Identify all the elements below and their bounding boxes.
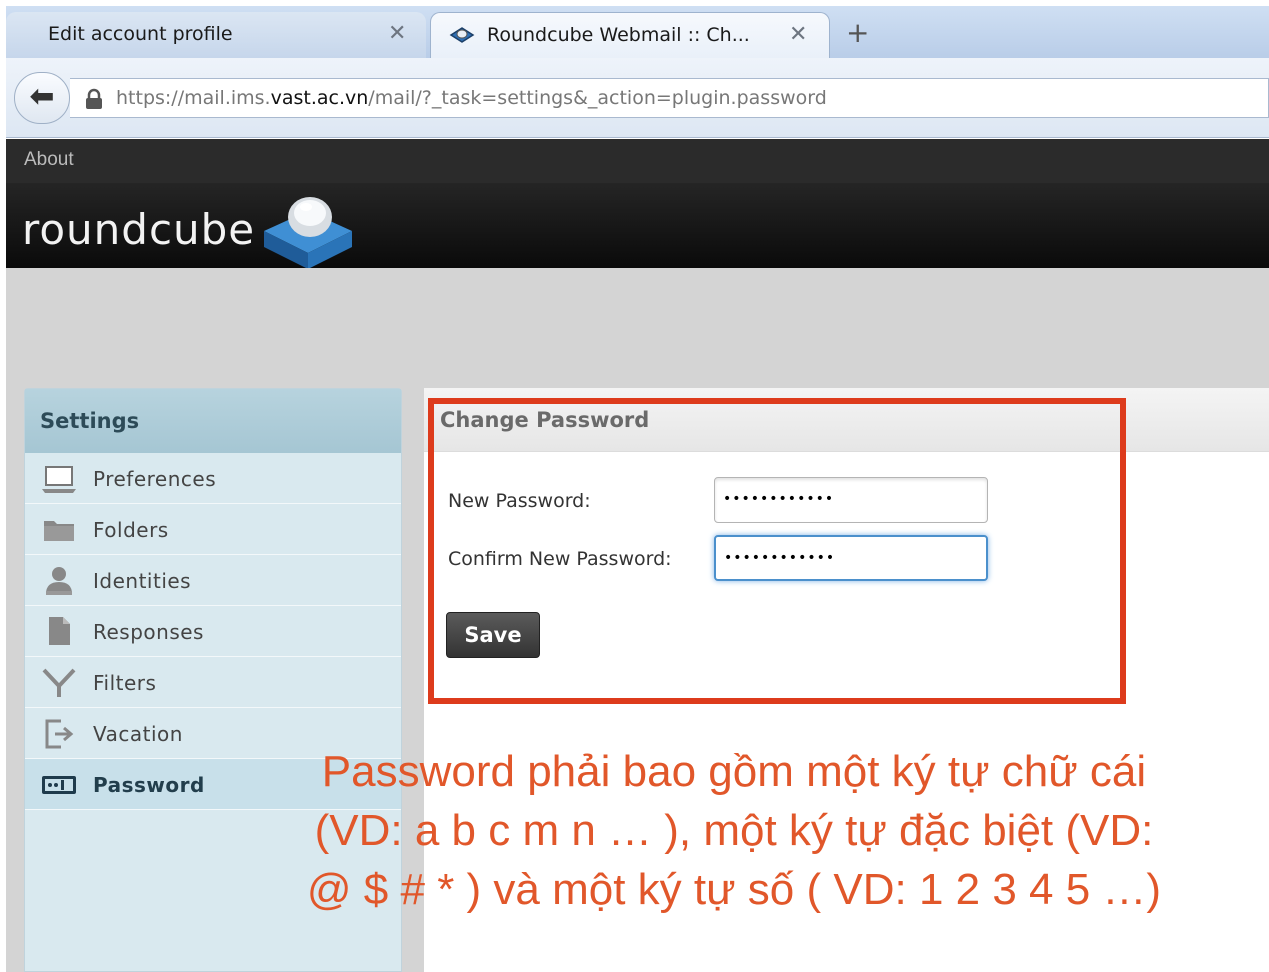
top-navigation: About <box>6 139 1269 183</box>
sidebar-item-responses[interactable]: Responses <box>25 606 401 657</box>
sidebar-item-label: Filters <box>93 671 157 695</box>
exit-icon <box>45 719 74 749</box>
back-arrow-icon: ⬅ <box>29 79 55 114</box>
sidebar-item-identities[interactable]: Identities <box>25 555 401 606</box>
highlight-box <box>428 398 1126 704</box>
laptop-icon <box>42 466 76 493</box>
sidebar-item-label: Password <box>93 773 205 797</box>
address-bar: ⬅ https://mail.ims.vast.ac.vn/mail/?_tas… <box>6 58 1269 138</box>
sidebar-item-label: Identities <box>93 569 192 593</box>
roundcube-favicon-icon <box>449 27 475 43</box>
tab-title: Roundcube Webmail :: Ch... <box>487 24 750 46</box>
password-icon <box>42 776 76 794</box>
sidebar-item-preferences[interactable]: Preferences <box>25 453 401 504</box>
browser-tab-strip: Edit account profile ✕ Roundcube Webmail… <box>6 6 1269 58</box>
folder-icon <box>44 521 74 541</box>
url-field[interactable]: https://mail.ims.vast.ac.vn/mail/?_task=… <box>70 78 1269 118</box>
back-button[interactable]: ⬅ <box>14 72 70 124</box>
sidebar-item-folders[interactable]: Folders <box>25 504 401 555</box>
new-tab-button[interactable]: + <box>846 16 869 49</box>
annotation-line: @ $ # * ) và một ký tự số ( VD: 1 2 3 4 … <box>306 865 1162 914</box>
tab-roundcube-webmail[interactable]: Roundcube Webmail :: Ch... ✕ <box>430 12 830 58</box>
close-tab-icon[interactable]: ✕ <box>388 21 406 46</box>
tab-edit-account-profile[interactable]: Edit account profile ✕ <box>6 12 426 58</box>
lock-icon <box>86 88 102 109</box>
url-host: vast.ac.vn <box>270 87 369 109</box>
url-prefix: https://mail.ims. <box>116 87 271 109</box>
tab-title: Edit account profile <box>48 23 233 45</box>
app-header: roundcube <box>6 183 1269 269</box>
person-icon <box>46 567 72 595</box>
about-link[interactable]: About <box>24 149 74 171</box>
url-text: https://mail.ims.vast.ac.vn/mail/?_task=… <box>116 87 827 109</box>
roundcube-logo-icon <box>264 197 352 269</box>
sidebar-item-filters[interactable]: Filters <box>25 657 401 708</box>
filter-icon <box>42 668 76 697</box>
annotation-text: Password phải bao gồm một ký tự chữ cái … <box>204 742 1264 919</box>
roundcube-logo-text: roundcube <box>22 205 256 254</box>
close-tab-icon[interactable]: ✕ <box>789 22 807 47</box>
annotation-line: (VD: a b c m n … ), một ký tự đặc biệt (… <box>314 806 1154 855</box>
url-path: /mail/?_task=settings&_action=plugin.pas… <box>368 87 827 109</box>
annotation-line: Password phải bao gồm một ký tự chữ cái <box>321 747 1147 796</box>
settings-title: Settings <box>25 389 401 453</box>
sidebar-item-label: Vacation <box>93 722 183 746</box>
sidebar-item-label: Responses <box>93 620 204 644</box>
document-icon <box>49 617 70 645</box>
sidebar-item-label: Folders <box>93 518 169 542</box>
sidebar-item-label: Preferences <box>93 467 217 491</box>
